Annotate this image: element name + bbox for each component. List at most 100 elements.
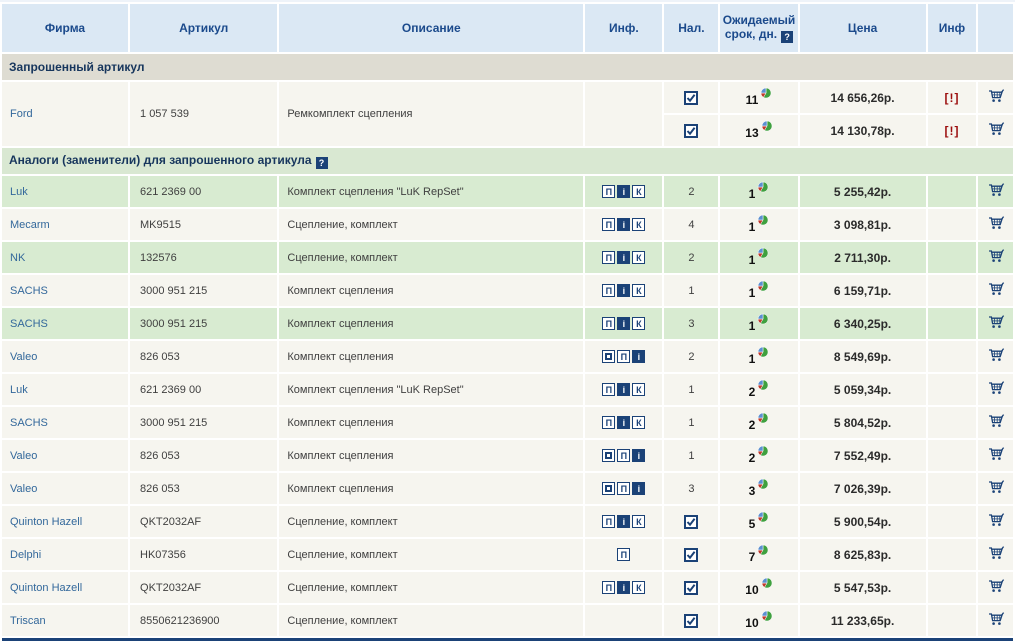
add-to-cart-icon[interactable] xyxy=(987,578,1005,594)
add-to-cart-icon[interactable] xyxy=(987,413,1005,429)
info-icon[interactable]: i xyxy=(617,416,630,429)
add-to-cart-icon[interactable] xyxy=(987,380,1005,396)
applicability-icon[interactable]: П xyxy=(602,515,615,528)
brand-link[interactable]: Delphi xyxy=(10,549,41,561)
info-icon[interactable]: i xyxy=(632,482,645,495)
delivery-stats-pie-icon[interactable] xyxy=(761,577,773,589)
add-to-cart-icon[interactable] xyxy=(987,88,1005,104)
price-cell: 6 340,25р. xyxy=(800,308,926,339)
applicability-icon[interactable]: П xyxy=(602,581,615,594)
delivery-stats-pie-icon[interactable] xyxy=(757,379,769,391)
brand-link[interactable]: Valeo xyxy=(10,351,37,363)
info-icon[interactable]: i xyxy=(632,449,645,462)
delivery-stats-pie-icon[interactable] xyxy=(757,511,769,523)
availability-checkbox[interactable] xyxy=(684,91,698,105)
brand-link[interactable]: Mecarm xyxy=(10,219,50,231)
delivery-stats-pie-icon[interactable] xyxy=(761,120,773,132)
add-to-cart-icon[interactable] xyxy=(987,248,1005,264)
info-icon[interactable]: i xyxy=(617,317,630,330)
parts-price-table: Фирма Артикул Описание Инф. Нал. Ожидаем… xyxy=(0,2,1015,638)
availability-cell: 3 xyxy=(664,308,718,339)
brand-link[interactable]: SACHS xyxy=(10,318,48,330)
photo-icon[interactable] xyxy=(602,449,615,462)
crosses-icon[interactable]: К xyxy=(632,251,645,264)
brand-link[interactable]: Luk xyxy=(10,384,28,396)
applicability-icon[interactable]: П xyxy=(602,416,615,429)
add-to-cart-icon[interactable] xyxy=(987,314,1005,330)
availability-checkbox[interactable] xyxy=(684,515,698,529)
brand-link[interactable]: SACHS xyxy=(10,285,48,297)
add-to-cart-icon[interactable] xyxy=(987,347,1005,363)
availability-checkbox[interactable] xyxy=(684,548,698,562)
info-icon[interactable]: i xyxy=(617,218,630,231)
days-cell: 13 xyxy=(720,115,797,146)
delivery-stats-pie-icon[interactable] xyxy=(757,412,769,424)
applicability-icon[interactable]: П xyxy=(602,251,615,264)
applicability-icon[interactable]: П xyxy=(617,449,630,462)
brand-link[interactable]: Valeo xyxy=(10,450,37,462)
add-to-cart-icon[interactable] xyxy=(987,545,1005,561)
help-icon[interactable]: ? xyxy=(316,157,328,169)
applicability-icon[interactable]: П xyxy=(602,317,615,330)
applicability-icon[interactable]: П xyxy=(617,350,630,363)
applicability-icon[interactable]: П xyxy=(602,383,615,396)
availability-checkbox[interactable] xyxy=(684,124,698,138)
crosses-icon[interactable]: К xyxy=(632,218,645,231)
price-warning[interactable]: [!] xyxy=(928,115,977,146)
delivery-stats-pie-icon[interactable] xyxy=(757,247,769,259)
info-icon[interactable]: i xyxy=(617,515,630,528)
help-icon[interactable]: ? xyxy=(781,31,793,43)
brand-link[interactable]: Ford xyxy=(10,108,33,120)
availability-checkbox[interactable] xyxy=(684,614,698,628)
brand-link[interactable]: Triscan xyxy=(10,615,46,627)
add-to-cart-icon[interactable] xyxy=(987,281,1005,297)
delivery-stats-pie-icon[interactable] xyxy=(757,478,769,490)
applicability-icon[interactable]: П xyxy=(602,284,615,297)
crosses-icon[interactable]: К xyxy=(632,416,645,429)
delivery-stats-pie-icon[interactable] xyxy=(761,610,773,622)
applicability-icon[interactable]: П xyxy=(602,185,615,198)
delivery-stats-pie-icon[interactable] xyxy=(757,280,769,292)
delivery-stats-pie-icon[interactable] xyxy=(760,87,772,99)
delivery-stats-pie-icon[interactable] xyxy=(757,181,769,193)
crosses-icon[interactable]: К xyxy=(632,317,645,330)
brand-link[interactable]: Quinton Hazell xyxy=(10,516,82,528)
brand-link[interactable]: SACHS xyxy=(10,417,48,429)
delivery-stats-pie-icon[interactable] xyxy=(757,214,769,226)
add-to-cart-icon[interactable] xyxy=(987,215,1005,231)
info-icon[interactable]: i xyxy=(617,284,630,297)
add-to-cart-icon[interactable] xyxy=(987,611,1005,627)
brand-link[interactable]: NK xyxy=(10,252,25,264)
crosses-icon[interactable]: К xyxy=(632,383,645,396)
add-to-cart-icon[interactable] xyxy=(987,182,1005,198)
brand-link[interactable]: Valeo xyxy=(10,483,37,495)
delivery-stats-pie-icon[interactable] xyxy=(757,313,769,325)
info-icon[interactable]: i xyxy=(617,185,630,198)
info-icon[interactable]: i xyxy=(617,251,630,264)
info-icon[interactable]: i xyxy=(617,581,630,594)
availability-checkbox[interactable] xyxy=(684,581,698,595)
price-cell: 7 026,39р. xyxy=(800,473,926,504)
add-to-cart-icon[interactable] xyxy=(987,446,1005,462)
crosses-icon[interactable]: К xyxy=(632,515,645,528)
info-icon[interactable]: i xyxy=(617,383,630,396)
applicability-icon[interactable]: П xyxy=(602,218,615,231)
add-to-cart-icon[interactable] xyxy=(987,479,1005,495)
crosses-icon[interactable]: К xyxy=(632,284,645,297)
info-icon[interactable]: i xyxy=(632,350,645,363)
delivery-stats-pie-icon[interactable] xyxy=(757,544,769,556)
add-to-cart-icon[interactable] xyxy=(987,512,1005,528)
crosses-icon[interactable]: К xyxy=(632,581,645,594)
delivery-stats-pie-icon[interactable] xyxy=(757,445,769,457)
photo-icon[interactable] xyxy=(602,350,615,363)
applicability-icon[interactable]: П xyxy=(617,548,630,561)
photo-icon[interactable] xyxy=(602,482,615,495)
availability-cell xyxy=(664,506,718,537)
add-to-cart-icon[interactable] xyxy=(987,121,1005,137)
price-warning[interactable]: [!] xyxy=(928,82,977,113)
brand-link[interactable]: Quinton Hazell xyxy=(10,582,82,594)
delivery-stats-pie-icon[interactable] xyxy=(757,346,769,358)
crosses-icon[interactable]: К xyxy=(632,185,645,198)
applicability-icon[interactable]: П xyxy=(617,482,630,495)
brand-link[interactable]: Luk xyxy=(10,186,28,198)
